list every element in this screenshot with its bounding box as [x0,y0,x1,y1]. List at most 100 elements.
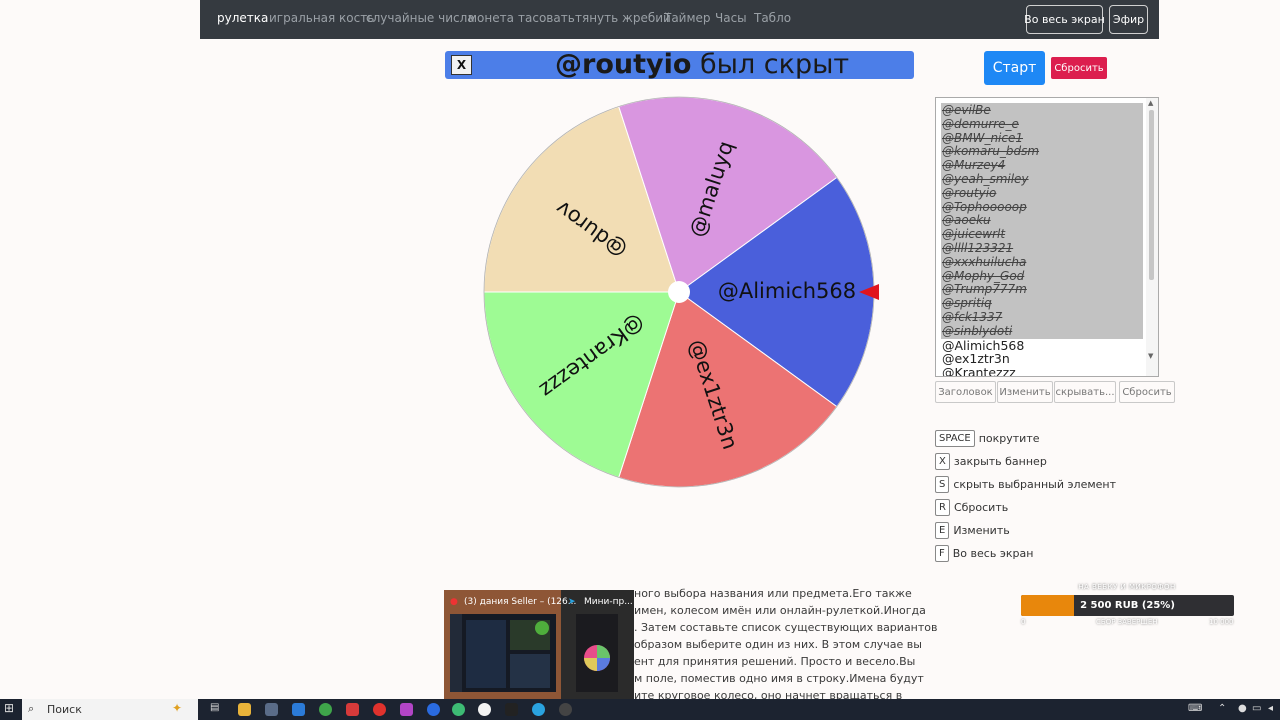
list-item: @Krantezzz [942,365,1016,377]
list-item-hidden: @Tophooooop [942,199,1027,214]
shortcut-label: Сбросить [953,500,1009,514]
list-item-hidden: @routyio [942,185,997,200]
nav-shuffle[interactable]: тасовать [518,11,575,25]
description-line: образом выберите один из них. В этом слу… [634,638,922,651]
shortcut-label: покрутите [978,431,1040,445]
shortcut-label: Во весь экран [952,546,1034,560]
nav-roulette[interactable]: рулетка [217,11,268,25]
banner-message: @routyio был скрыт [555,49,849,80]
yandex-icon[interactable] [346,703,359,716]
list-item-hidden: @Mophy_God [942,268,1025,283]
nav-random-numbers[interactable]: случайные числа [366,11,475,25]
fundraiser-amount: 2 500 RUB (25%) [1080,600,1175,611]
description-line: ент для принятия решений. Просто и весел… [634,655,916,668]
edit-button[interactable]: Изменить [997,381,1053,403]
list-item-hidden: @yeah_smiley [942,172,1029,186]
broadcast-button[interactable]: Эфир [1109,5,1148,34]
app-settings-icon[interactable] [559,703,572,716]
store-icon[interactable] [265,703,278,716]
network-icon[interactable]: ▭ [1252,703,1261,714]
windows-start-icon[interactable]: ⊞ [4,701,14,715]
scroll-up-icon[interactable]: ▲ [1148,99,1153,107]
nav-scoreboard[interactable]: Табло [754,11,791,25]
chrome-icon[interactable] [319,703,332,716]
wheel-segment-label: @Alimich568 [718,279,856,303]
list-item-hidden: @Murzey4 [942,158,1006,173]
fullscreen-button[interactable]: Во весь экран [1024,5,1105,34]
list-item-hidden: @spritiq [942,296,992,311]
list-scrollbar[interactable]: ▲ ▼ [1146,98,1158,376]
list-item-hidden: @llll123321 [942,241,1014,255]
thumbnail-wheel-image [584,645,610,671]
shortcut-x: Xзакрыть баннер [935,452,1047,470]
hide-button[interactable]: скрывать... [1054,381,1116,403]
preview-thumbnail-browser [450,614,556,692]
list-item-hidden: @demurre_e [942,116,1019,131]
shortcut-r: R Сбросить [935,498,1008,516]
list-item-hidden: @komaru_bdsm [942,144,1040,159]
telegram-taskbar-icon[interactable] [532,703,545,716]
shortcut-e: E Изменить [935,521,1010,539]
list-item-hidden: @aoeku [942,213,991,228]
app-h-icon[interactable] [505,703,518,716]
fundraiser-min: 0 [1021,618,1026,626]
roulette-wheel[interactable]: @Alimich568@ex1ztr3n@Krantezzz@durov @mal… [479,92,879,492]
key-s: S [935,475,950,493]
names-textarea[interactable]: @evilBe @demurre_e @BMW_nice1 @komaru_bdsm @… [935,97,1159,377]
list-item-hidden: @sinblydoti [942,323,1013,338]
shortcut-label: скрыть выбранный элемент [953,477,1116,491]
shortcut-space: SPACE покрутите [935,429,1040,447]
nav-dice[interactable]: игральная кость [269,11,374,25]
description-line: . Затем составьте список существующих ва… [634,621,938,634]
fundraiser-status: СБОР ЗАВЕРШЕН [1096,618,1158,626]
nav-timer[interactable]: Таймер [664,11,711,25]
list-item-hidden: @xxxhuilucha [942,254,1027,269]
task-view-icon[interactable]: ▤ [210,702,219,713]
nav-draw-lots[interactable]: тянуть жребий [575,11,671,25]
list-reset-button[interactable]: Сбросить [1119,381,1175,403]
nav-coin[interactable]: монета [468,11,514,25]
description-line: ного выбора названия или предмета.Его та… [634,587,912,600]
microphone-icon[interactable]: ● [1238,703,1247,714]
volume-icon[interactable]: ◂ [1268,703,1273,714]
opera-icon[interactable] [373,703,386,716]
browser-icon: ● [450,597,458,607]
preview-title-browser: (3) дания Seller – (126... [464,597,577,607]
wheel-center-hub [668,281,690,303]
sparkle-icon[interactable]: ✦ [172,701,182,715]
shortcut-s: Sскрыть выбранный элемент [935,475,1116,493]
fundraiser-max: 10 000 [1209,618,1234,626]
taskbar-search-placeholder: Поиск [47,703,82,716]
scroll-thumb[interactable] [1149,110,1154,280]
key-space: SPACE [935,429,975,447]
scroll-down-icon[interactable]: ▼ [1148,352,1153,360]
thumbnail-image [450,614,550,692]
preview-thumbnail-mini[interactable] [576,614,618,692]
page: рулетка игральная кость случайные числа … [0,0,1280,720]
description-line: имен, колесом имён или онлайн-рулеткой.И… [634,604,926,617]
yandex-browser-icon[interactable] [478,703,491,716]
shortcut-f: F Во весь экран [935,544,1033,562]
key-r: R [935,498,950,516]
list-item-hidden: @BMW_nice1 [942,130,1024,145]
list-item-hidden: @Trump777m [942,282,1027,297]
app-green-icon[interactable] [452,703,465,716]
title-button[interactable]: Заголовок [935,381,996,403]
list-item: @ex1ztr3n [942,351,1010,367]
key-f: F [935,544,949,562]
start-button[interactable]: Старт [984,51,1045,85]
outlook-icon[interactable] [292,703,305,716]
chevron-up-icon[interactable]: ⌃ [1218,703,1226,714]
app-blue-icon[interactable] [427,703,440,716]
reset-button[interactable]: Сбросить [1051,57,1107,79]
banner-close-button[interactable]: X [451,55,472,75]
banner-name: @routyio [555,49,692,80]
banner-suffix: был скрыт [691,49,850,80]
file-explorer-icon[interactable] [238,703,251,716]
description-line: м поле, поместив одно имя в строку.Имена… [634,672,924,685]
list-item: @Alimich568 [942,337,1025,353]
keyboard-icon[interactable]: ⌨ [1188,703,1202,714]
preview-title-mini: Мини-пр... [584,597,633,607]
app-p-icon[interactable] [400,703,413,716]
nav-clock[interactable]: Часы [715,11,747,25]
